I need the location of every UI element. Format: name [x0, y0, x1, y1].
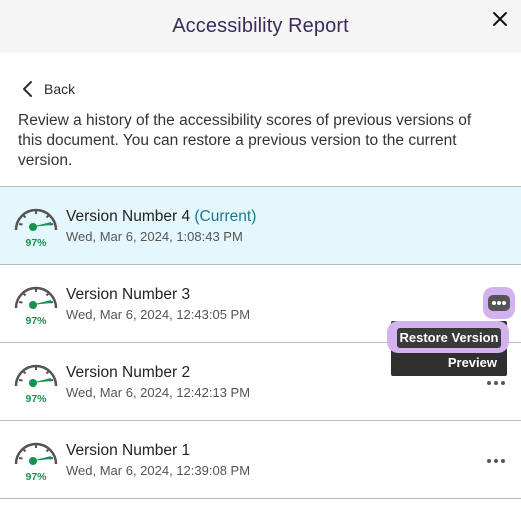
version-row[interactable]: 97% Version Number 1 Wed, Mar 6, 2024, 1… [0, 421, 521, 499]
more-options-icon[interactable] [485, 376, 507, 390]
gauge-icon [14, 442, 58, 465]
version-row[interactable]: 97% Version Number 4 (Current) Wed, Mar … [0, 187, 521, 265]
version-date: Wed, Mar 6, 2024, 12:43:05 PM [66, 307, 251, 322]
version-date: Wed, Mar 6, 2024, 1:08:43 PM [66, 229, 243, 244]
gauge-icon [14, 364, 58, 387]
current-tag: (Current) [194, 208, 257, 225]
more-options-icon [488, 295, 510, 311]
version-name: Version Number 1 [66, 442, 191, 459]
dialog-header: Accessibility Report [0, 0, 521, 53]
close-icon[interactable] [489, 8, 511, 30]
more-options-button[interactable] [483, 287, 515, 319]
preview-menu-item[interactable]: Preview [448, 355, 497, 370]
score-value: 97% [25, 393, 47, 405]
report-description: Review a history of the accessibility sc… [18, 112, 472, 169]
dialog-title: Accessibility Report [172, 15, 349, 37]
version-name: Version Number 4 (Current) [66, 208, 256, 226]
version-name: Version Number 2 [66, 364, 191, 381]
back-button[interactable]: Back [22, 80, 75, 98]
version-date: Wed, Mar 6, 2024, 12:42:13 PM [66, 385, 251, 400]
version-title: Version Number 4 [66, 208, 191, 225]
back-label: Back [44, 81, 76, 97]
gauge-icon [14, 286, 58, 309]
more-options-icon[interactable] [485, 454, 507, 468]
version-date: Wed, Mar 6, 2024, 12:39:08 PM [66, 463, 251, 478]
score-value: 97% [25, 237, 47, 249]
chevron-left-icon [23, 81, 32, 97]
version-name: Version Number 3 [66, 286, 191, 303]
score-value: 97% [25, 315, 47, 327]
version-context-menu: Restore Version Preview [387, 321, 509, 376]
restore-version-menu-item[interactable]: Restore Version [397, 328, 501, 348]
score-value: 97% [25, 471, 47, 483]
gauge-icon [14, 208, 58, 231]
